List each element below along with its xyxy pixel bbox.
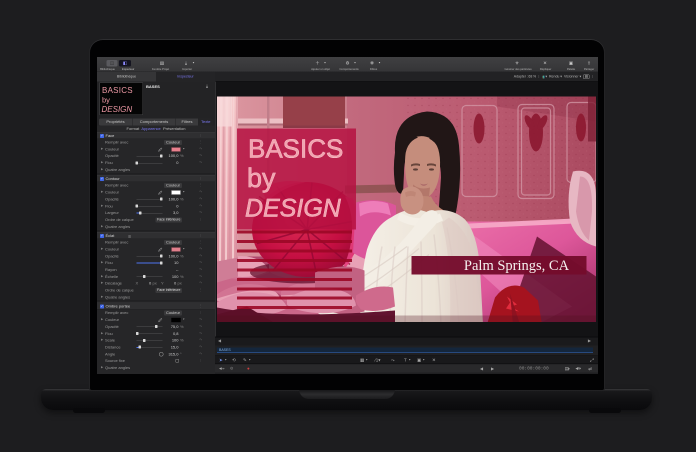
svg-text:BASICS: BASICS xyxy=(248,134,343,164)
svg-text:by: by xyxy=(247,163,276,193)
svg-text:Palm Springs, CA: Palm Springs, CA xyxy=(464,258,570,274)
svg-text:DESIGN: DESIGN xyxy=(245,195,342,223)
